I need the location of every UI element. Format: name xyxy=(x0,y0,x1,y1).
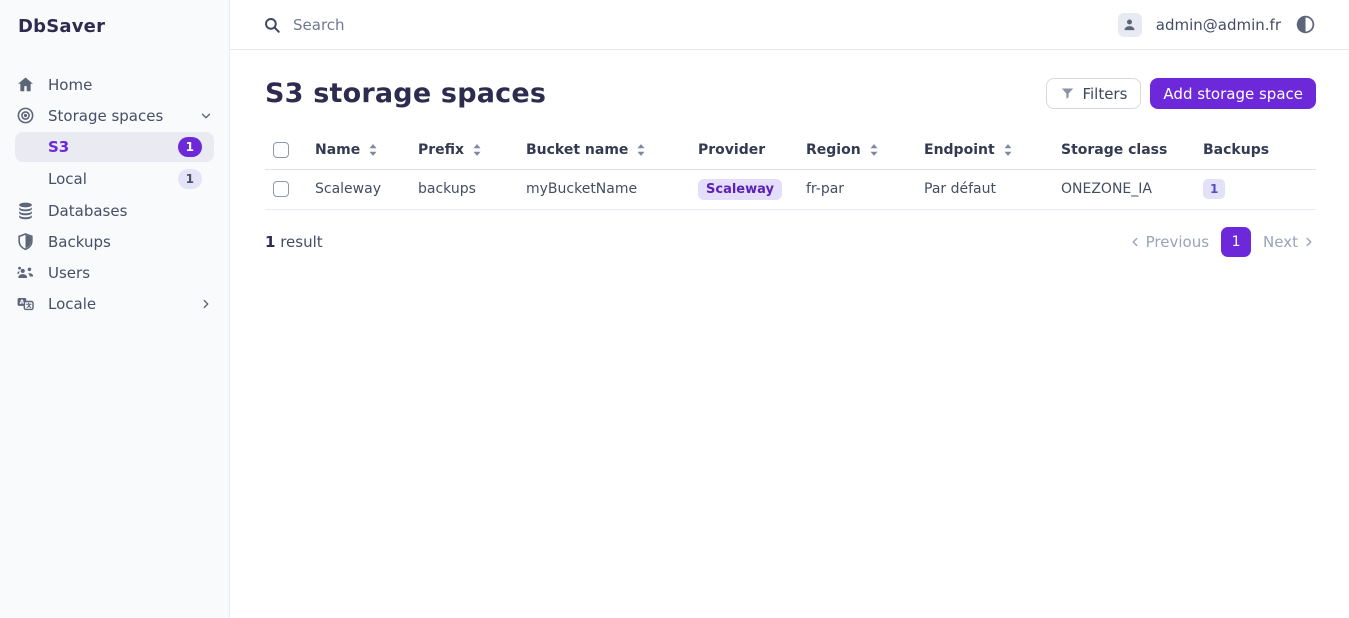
sidebar-item-s3[interactable]: S3 1 xyxy=(15,132,214,162)
theme-toggle-icon[interactable] xyxy=(1295,14,1316,35)
chevron-right-icon xyxy=(199,297,213,311)
table-header-row: Name Prefix Bucket name Provider Region … xyxy=(265,131,1316,169)
local-count-badge: 1 xyxy=(178,169,202,189)
sidebar-item-home[interactable]: Home xyxy=(0,69,229,100)
pagination: Previous 1 Next xyxy=(1128,227,1316,257)
next-page-button[interactable]: Next xyxy=(1263,233,1316,251)
chevron-left-icon xyxy=(1128,235,1142,249)
s3-count-badge: 1 xyxy=(178,137,202,157)
previous-page-button[interactable]: Previous xyxy=(1128,233,1209,251)
filter-icon xyxy=(1060,86,1075,101)
sidebar-item-databases[interactable]: Databases xyxy=(0,195,229,226)
table-footer: 1 result Previous 1 Next xyxy=(265,227,1316,257)
cell-bucket-name: myBucketName xyxy=(518,169,690,209)
page-actions: Filters Add storage space xyxy=(1046,78,1316,109)
sidebar-item-label: Databases xyxy=(48,202,213,220)
cell-endpoint: Par défaut xyxy=(916,169,1053,209)
storage-spaces-table: Name Prefix Bucket name Provider Region … xyxy=(265,131,1316,210)
column-header: Provider xyxy=(698,142,765,158)
filters-label: Filters xyxy=(1082,85,1127,103)
sidebar-item-storage-spaces[interactable]: Storage spaces xyxy=(0,100,229,131)
sort-icon[interactable] xyxy=(868,143,880,157)
sidebar-item-label: Local xyxy=(48,170,178,188)
database-icon xyxy=(16,201,35,220)
user-avatar-icon xyxy=(1118,13,1142,37)
page-title: S3 storage spaces xyxy=(265,78,546,109)
page-header: S3 storage spaces Filters Add storage sp… xyxy=(265,78,1316,109)
page-content: S3 storage spaces Filters Add storage sp… xyxy=(230,50,1349,257)
main-area: admin@admin.fr S3 storage spaces Filters… xyxy=(230,0,1349,618)
previous-label: Previous xyxy=(1146,233,1209,251)
sort-icon[interactable] xyxy=(1002,143,1014,157)
column-header: Storage class xyxy=(1061,142,1167,158)
chevron-down-icon xyxy=(199,109,213,123)
sidebar-item-label: Backups xyxy=(48,233,213,251)
add-storage-space-button[interactable]: Add storage space xyxy=(1150,78,1316,109)
sidebar-item-label: S3 xyxy=(48,138,178,156)
target-icon xyxy=(16,106,35,125)
search-input[interactable] xyxy=(293,16,693,34)
sidebar-nav: Home Storage spaces S3 1 Local 1 Databas… xyxy=(0,69,229,319)
column-header: Bucket name xyxy=(526,142,628,158)
sidebar-item-users[interactable]: Users xyxy=(0,257,229,288)
next-label: Next xyxy=(1263,233,1298,251)
result-count-number: 1 xyxy=(265,233,275,251)
provider-badge: Scaleway xyxy=(698,179,782,200)
user-email[interactable]: admin@admin.fr xyxy=(1156,16,1281,34)
cell-name: Scaleway xyxy=(307,169,410,209)
sidebar-item-backups[interactable]: Backups xyxy=(0,226,229,257)
sidebar-item-local[interactable]: Local 1 xyxy=(15,164,214,194)
cell-region: fr-par xyxy=(798,169,916,209)
column-header: Backups xyxy=(1203,142,1269,158)
sidebar-item-label: Storage spaces xyxy=(48,107,186,125)
sidebar-item-label: Users xyxy=(48,264,213,282)
topbar: admin@admin.fr xyxy=(230,0,1349,50)
select-all-checkbox[interactable] xyxy=(273,142,289,158)
result-count-label: result xyxy=(280,233,322,251)
topbar-right: admin@admin.fr xyxy=(1118,13,1316,37)
result-count: 1 result xyxy=(265,233,323,251)
sidebar-item-label: Home xyxy=(48,76,213,94)
column-header: Prefix xyxy=(418,142,464,158)
sort-icon[interactable] xyxy=(367,143,379,157)
column-header: Region xyxy=(806,142,861,158)
sidebar-item-label: Locale xyxy=(48,295,186,313)
filters-button[interactable]: Filters xyxy=(1046,78,1141,109)
search-bar xyxy=(263,16,1118,34)
users-icon xyxy=(16,263,35,282)
row-checkbox[interactable] xyxy=(273,181,289,197)
sort-icon[interactable] xyxy=(471,143,483,157)
translate-icon: A xyxy=(16,294,35,313)
column-header: Name xyxy=(315,142,360,158)
app-logo: DbSaver xyxy=(0,0,229,47)
backups-count-badge: 1 xyxy=(1203,179,1225,199)
cell-storage-class: ONEZONE_IA xyxy=(1053,169,1195,209)
chevron-right-icon xyxy=(1302,235,1316,249)
search-icon xyxy=(263,16,281,34)
table-row[interactable]: Scaleway backups myBucketName Scaleway f… xyxy=(265,169,1316,209)
cell-prefix: backups xyxy=(410,169,518,209)
shield-icon xyxy=(16,232,35,251)
sidebar-item-locale[interactable]: A Locale xyxy=(0,288,229,319)
current-page-button[interactable]: 1 xyxy=(1221,227,1251,257)
column-header: Endpoint xyxy=(924,142,995,158)
sidebar: DbSaver Home Storage spaces S3 1 Local 1 xyxy=(0,0,230,618)
home-icon xyxy=(16,75,35,94)
sort-icon[interactable] xyxy=(635,143,647,157)
